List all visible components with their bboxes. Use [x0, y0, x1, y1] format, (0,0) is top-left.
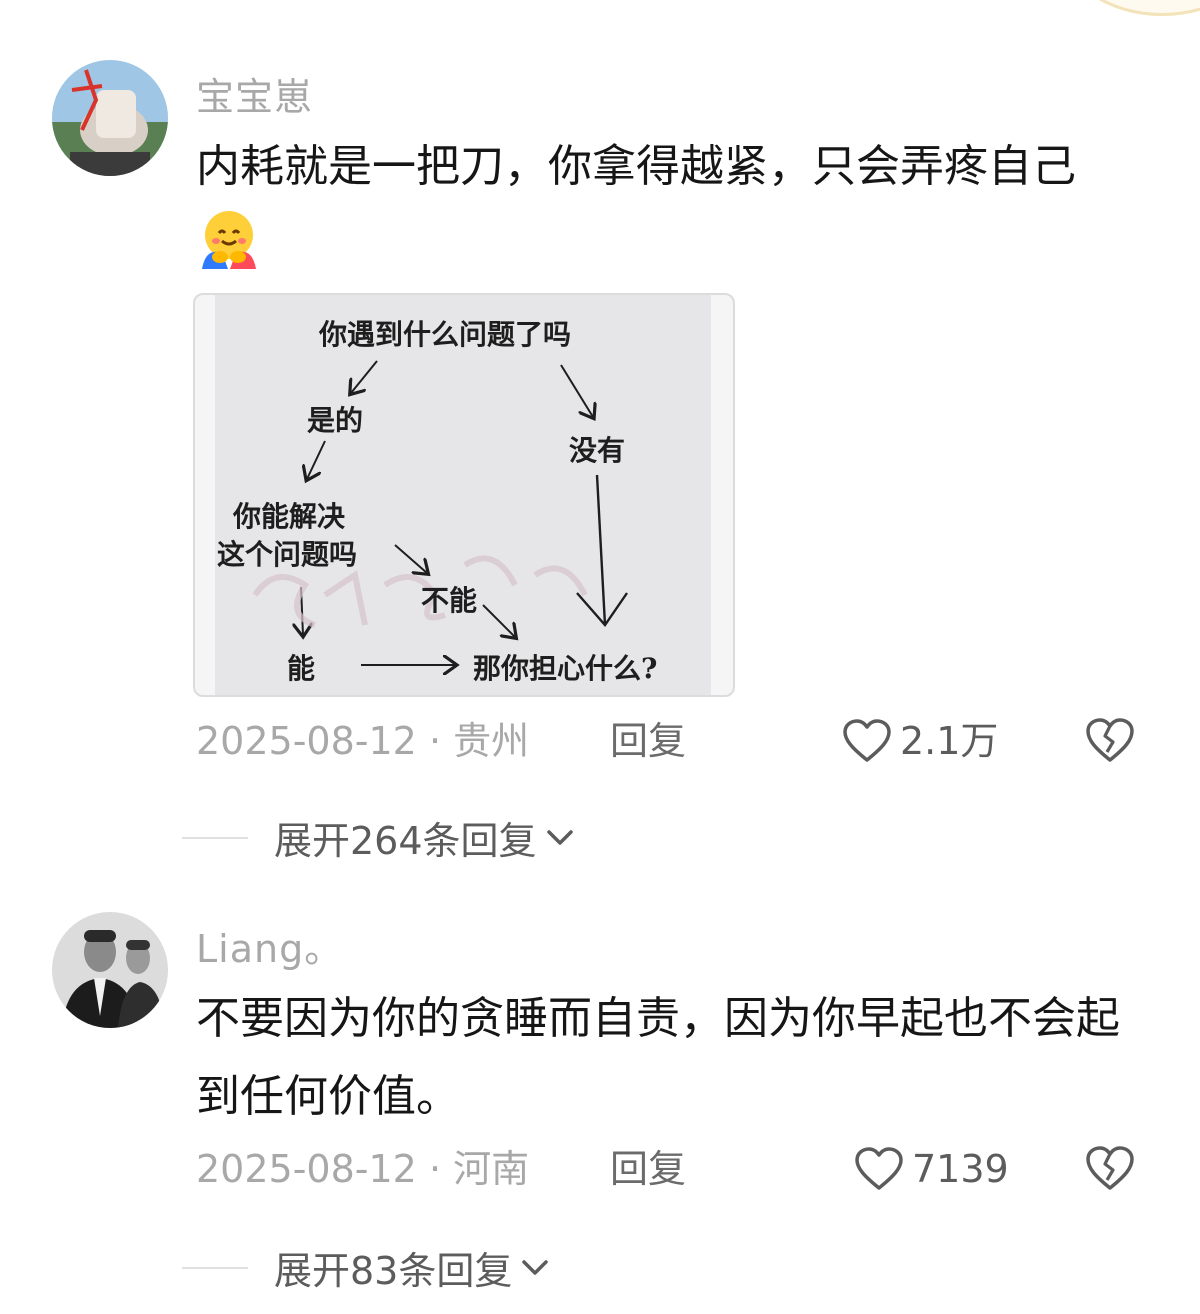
- like-count: 7139: [912, 1147, 1009, 1191]
- dislike-button[interactable]: [1084, 716, 1136, 768]
- hugging-face-emoji: [198, 207, 260, 294]
- flowchart-no: 没有: [569, 434, 626, 467]
- comment-text-body: 内耗就是一把刀，你拿得越紧，只会弄疼自己: [196, 141, 1076, 192]
- like-button[interactable]: 2.1万: [842, 716, 998, 766]
- divider-line: [182, 836, 248, 839]
- avatar[interactable]: [52, 912, 168, 1028]
- flowchart-end: 那你担心什么?: [473, 652, 658, 685]
- comment-item: 宝宝崽 内耗就是一把刀，你拿得越紧，只会弄疼自己 你遇到什么问题了吗 是的 没有…: [0, 0, 1200, 880]
- comment-image[interactable]: 你遇到什么问题了吗 是的 没有 你能解决 这个问题吗 不能 能 那你担心什么?: [193, 293, 735, 697]
- comment-date: 2025-08-12: [196, 719, 417, 763]
- comment-text: 不要因为你的贪睡而自责，因为你早起也不会起到任何价值。: [196, 993, 1120, 1122]
- heart-icon: [855, 1147, 903, 1190]
- reply-button[interactable]: 回复: [610, 716, 686, 766]
- comment-location: 贵州: [453, 719, 530, 763]
- flowchart-question-2-line2: 这个问题吗: [217, 538, 358, 571]
- comment-meta: 2025-08-12 · 河南: [196, 1144, 529, 1194]
- like-button[interactable]: 7139: [854, 1144, 1009, 1194]
- reply-button[interactable]: 回复: [610, 1144, 686, 1194]
- comment-date: 2025-08-12: [196, 1147, 417, 1191]
- comment-meta: 2025-08-12 · 贵州: [196, 716, 529, 766]
- flowchart-yes: 是的: [307, 404, 364, 437]
- like-count: 2.1万: [900, 719, 999, 763]
- comment-item: Liang。 不要因为你的贪睡而自责，因为你早起也不会起到任何价值。 2025-…: [0, 880, 1200, 1300]
- comment-text: 内耗就是一把刀，你拿得越紧，只会弄疼自己: [196, 128, 1136, 294]
- flowchart-question-2: 你能解决: [233, 500, 346, 533]
- chevron-down-icon: [546, 829, 573, 845]
- expand-replies-button[interactable]: 展开264条回复: [182, 810, 575, 865]
- flowchart-image: 你遇到什么问题了吗 是的 没有 你能解决 这个问题吗 不能 能 那你担心什么?: [215, 295, 711, 695]
- comment-location: 河南: [453, 1147, 530, 1191]
- chevron-down-icon: [522, 1259, 549, 1275]
- meta-separator: ·: [428, 1147, 442, 1191]
- divider-line: [182, 1266, 248, 1269]
- meta-separator: ·: [428, 719, 442, 763]
- heart-icon: [843, 719, 891, 762]
- flowchart-question-1: 你遇到什么问题了吗: [319, 318, 572, 351]
- username[interactable]: Liang。: [196, 918, 343, 973]
- broken-heart-icon: [1086, 1146, 1134, 1190]
- expand-replies-label: 展开83条回复: [274, 1249, 513, 1293]
- expand-replies-button[interactable]: 展开83条回复: [182, 1240, 550, 1295]
- dislike-button[interactable]: [1084, 1144, 1136, 1196]
- expand-replies-label: 展开264条回复: [274, 819, 537, 863]
- avatar[interactable]: [52, 60, 168, 176]
- username[interactable]: 宝宝崽: [196, 66, 313, 121]
- broken-heart-icon: [1086, 718, 1134, 762]
- flowchart-cannot: 不能: [421, 584, 478, 617]
- flowchart-can: 能: [287, 652, 316, 685]
